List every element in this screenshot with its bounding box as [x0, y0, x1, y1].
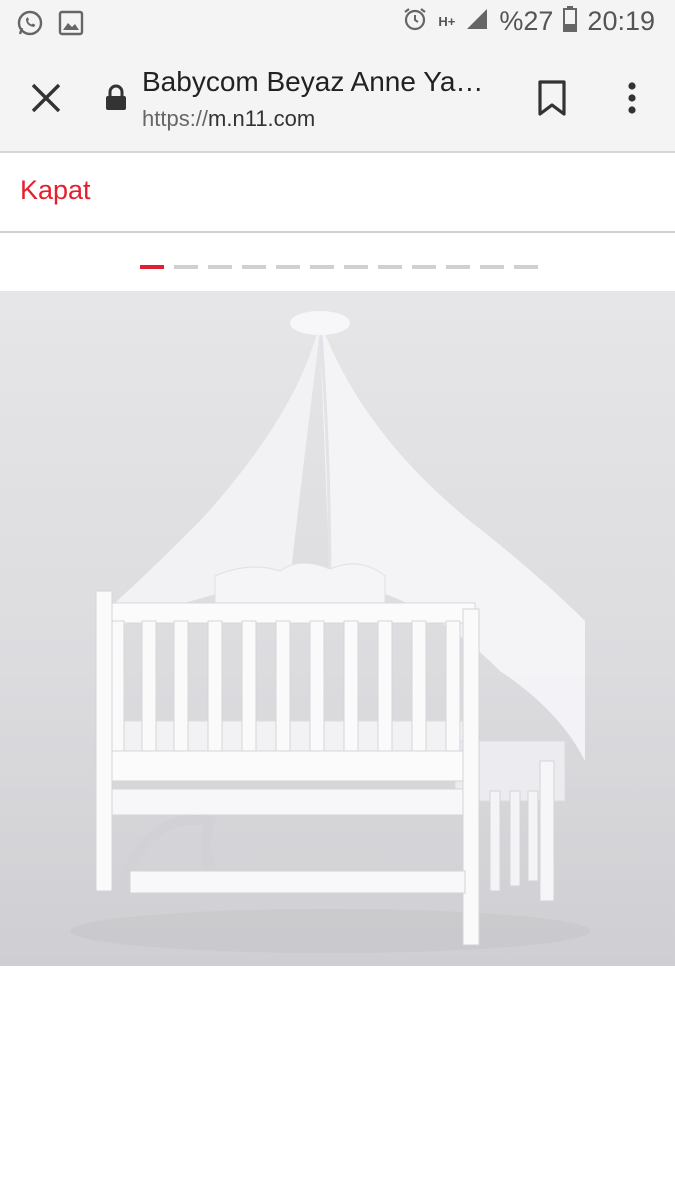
more-vert-icon	[628, 82, 636, 114]
close-icon	[31, 83, 61, 113]
bookmark-icon	[538, 80, 566, 116]
network-type: H+	[438, 13, 456, 29]
signal-icon	[465, 7, 489, 36]
url-host: m.n11.com	[208, 106, 316, 131]
pagination-dot[interactable]	[208, 265, 232, 269]
alarm-icon	[402, 6, 428, 37]
gallery-pagination	[140, 265, 538, 269]
pagination-dot[interactable]	[242, 265, 266, 269]
clock: 20:19	[587, 6, 655, 36]
product-image[interactable]	[0, 291, 675, 966]
lock-icon	[104, 84, 128, 112]
more-options-button[interactable]	[620, 78, 644, 118]
url-protocol: https://	[142, 106, 209, 131]
image-icon	[58, 10, 84, 41]
pagination-dot[interactable]	[412, 265, 436, 269]
whatsapp-icon	[16, 9, 44, 42]
pagination-dot[interactable]	[480, 265, 504, 269]
pagination-dot[interactable]	[276, 265, 300, 269]
pagination-dot[interactable]	[378, 265, 402, 269]
pagination-dot-active[interactable]	[140, 265, 164, 269]
pagination-dot[interactable]	[310, 265, 334, 269]
page-url[interactable]: https://m.n11.com	[142, 106, 315, 132]
browser-toolbar: Babycom Beyaz Anne Ya… https://m.n11.com	[0, 48, 675, 153]
close-tab-button[interactable]	[26, 78, 66, 118]
battery-icon	[563, 6, 578, 37]
pagination-dot[interactable]	[174, 265, 198, 269]
pagination-dot[interactable]	[514, 265, 538, 269]
battery-percent: %27	[499, 6, 554, 36]
bookmark-button[interactable]	[536, 78, 568, 118]
gallery-header: Kapat	[0, 153, 675, 233]
status-bar: H+ %27 20:19	[0, 0, 675, 48]
pagination-dot[interactable]	[446, 265, 470, 269]
close-gallery-button[interactable]: Kapat	[20, 175, 91, 206]
page-title[interactable]: Babycom Beyaz Anne Ya…	[142, 66, 502, 98]
baby-crib-with-canopy-image	[70, 311, 590, 953]
pagination-dot[interactable]	[344, 265, 368, 269]
